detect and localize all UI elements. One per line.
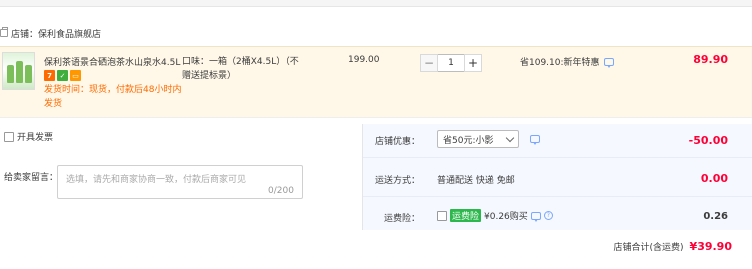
bottle-shape (25, 65, 32, 83)
shipping-time: 发货时间：现货，付款后48小时内发货 (44, 85, 182, 109)
help-icon[interactable]: ? (543, 211, 553, 220)
delivery-amount: 0.00 (700, 172, 728, 185)
insurance-label: 运费险： (383, 214, 420, 224)
product-spec: 口味：一箱（2桶X4.5L）（不赠送提标景） (182, 57, 299, 81)
unit-price: 199.00 (348, 55, 380, 65)
quantity-input[interactable] (438, 54, 464, 72)
insurance-option: 运费险 ¥0.26购买 ? (437, 209, 553, 222)
bottle-shape (7, 65, 14, 83)
coupon-select[interactable]: 省50元:小影 (437, 130, 519, 148)
message-label: 给卖家留言： (4, 173, 59, 183)
service-badges: 7 ✓ ▭ (44, 70, 81, 81)
shop-total: 店铺合计(含运费) ¥39.90 (614, 240, 732, 253)
divider (363, 157, 752, 158)
message-char-count: 0/200 (268, 186, 294, 196)
insurance-tag: 运费险 (450, 209, 482, 222)
item-discount: 省109.10:新年特惠 (520, 55, 614, 68)
insurance-amount: 0.26 (703, 211, 728, 222)
insurance-price: ¥0.26购买 (484, 212, 528, 222)
coupon-label: 店铺优惠： (374, 137, 420, 147)
credit-card-icon: ▭ (70, 70, 81, 81)
message-placeholder: 选填，请先和商家协商一致，付款后商家可见 (66, 175, 247, 185)
coupon-amount: -50.00 (688, 134, 728, 147)
shop-name[interactable]: 店铺：保利食品旗舰店 (11, 27, 101, 40)
chat-icon[interactable] (603, 57, 614, 68)
increase-button[interactable]: + (464, 54, 482, 72)
table-header-strip (0, 0, 752, 7)
chat-icon[interactable] (530, 135, 540, 145)
chat-icon[interactable] (530, 211, 541, 222)
total-amount: ¥39.90 (689, 240, 732, 253)
invoice-label: 开具发票 (17, 133, 54, 143)
item-subtotal: 89.90 (693, 53, 728, 66)
coupon-selected: 省50元:小影 (443, 135, 494, 146)
total-label: 店铺合计(含运费) (613, 243, 684, 253)
bottle-shape (16, 61, 23, 83)
product-title[interactable]: 保利茶语景合硒泡茶水山泉水4.5L (44, 55, 182, 68)
chevron-down-icon (505, 133, 515, 142)
seven-day-return-icon: 7 (44, 70, 55, 81)
guarantee-icon: ✓ (57, 70, 68, 81)
product-image[interactable] (2, 52, 35, 90)
decrease-button[interactable]: − (420, 54, 438, 72)
insurance-checkbox[interactable] (437, 210, 447, 221)
invoice-checkbox[interactable] (4, 131, 14, 142)
delivery-method: 普通配送 快递 免邮 (437, 176, 515, 186)
discount-text: 省109.10:新年特惠 (520, 58, 600, 68)
shop-icon (0, 27, 8, 37)
divider (363, 196, 752, 197)
delivery-label: 运送方式： (374, 176, 420, 186)
invoice-option[interactable]: 开具发票 (4, 130, 53, 143)
quantity-stepper: − + (420, 54, 482, 72)
shop-row: 店铺：保利食品旗舰店 (0, 26, 101, 40)
